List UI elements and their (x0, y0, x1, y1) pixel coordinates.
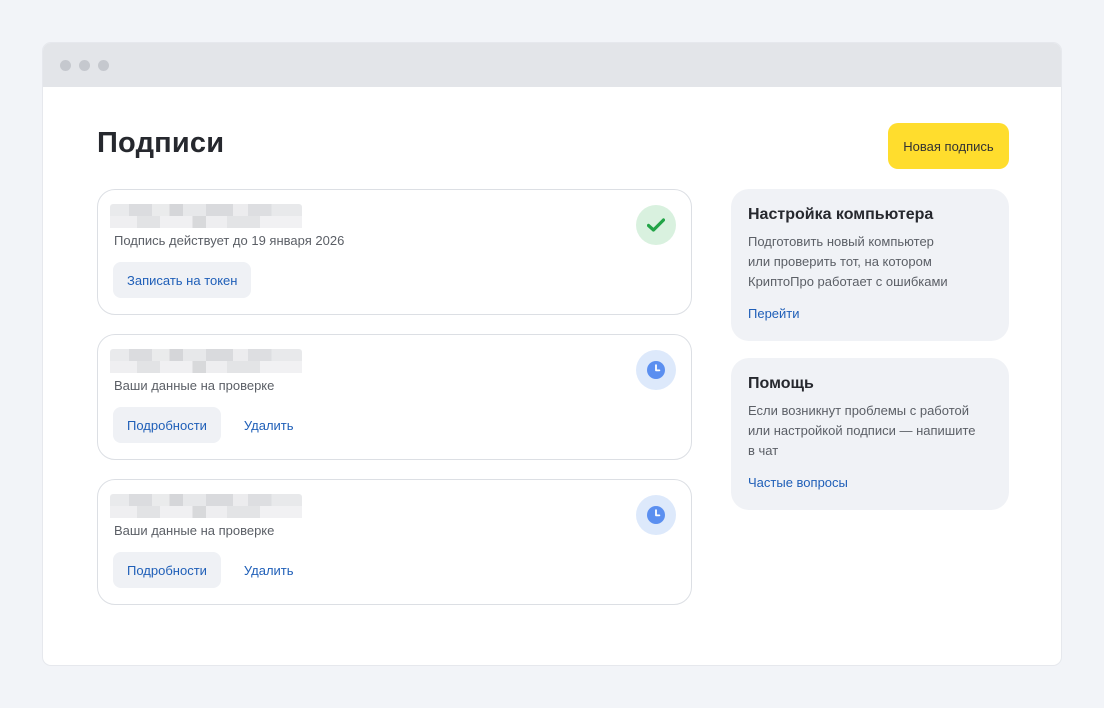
browser-window: Подписи Новая подпись Подпись действует … (43, 43, 1061, 665)
signature-status-text: Подпись действует до 19 января 2026 (114, 233, 345, 248)
help-description: Если возникнут проблемы с работой или на… (748, 403, 976, 458)
window-dot[interactable] (79, 59, 90, 71)
check-icon (636, 205, 676, 245)
help-title: Помощь (748, 375, 814, 392)
redacted-signature-name (110, 349, 302, 373)
signature-list: Подпись действует до 19 января 2026 Запи… (97, 189, 692, 624)
computer-setup-title: Настройка компьютера (748, 206, 934, 223)
signature-status-text: Ваши данные на проверке (114, 378, 275, 393)
computer-setup-card: Настройка компьютера Подготовить новый к… (731, 189, 1009, 341)
page-title: Подписи (97, 127, 225, 159)
redacted-signature-name (110, 204, 302, 228)
clock-icon (636, 350, 676, 390)
computer-setup-description: Подготовить новый компьютер или проверит… (748, 234, 948, 289)
sidebar: Настройка компьютера Подготовить новый к… (731, 189, 1009, 527)
signature-card: Ваши данные на проверке Подробности Удал… (97, 334, 692, 460)
faq-link[interactable]: Частые вопросы (748, 475, 848, 490)
help-card: Помощь Если возникнут проблемы с работой… (731, 358, 1009, 510)
signature-card: Ваши данные на проверке Подробности Удал… (97, 479, 692, 605)
delete-link[interactable]: Удалить (244, 418, 294, 433)
window-dot[interactable] (60, 59, 71, 71)
computer-setup-link[interactable]: Перейти (748, 306, 800, 321)
delete-link[interactable]: Удалить (244, 563, 294, 578)
redacted-signature-name (110, 494, 302, 518)
details-button[interactable]: Подробности (113, 407, 221, 443)
new-signature-button[interactable]: Новая подпись (888, 123, 1009, 169)
signature-card: Подпись действует до 19 января 2026 Запи… (97, 189, 692, 315)
window-titlebar (43, 43, 1061, 87)
clock-icon (636, 495, 676, 535)
window-dot[interactable] (98, 59, 109, 71)
write-to-token-button[interactable]: Записать на токен (113, 262, 252, 298)
signature-status-text: Ваши данные на проверке (114, 523, 275, 538)
details-button[interactable]: Подробности (113, 552, 221, 588)
